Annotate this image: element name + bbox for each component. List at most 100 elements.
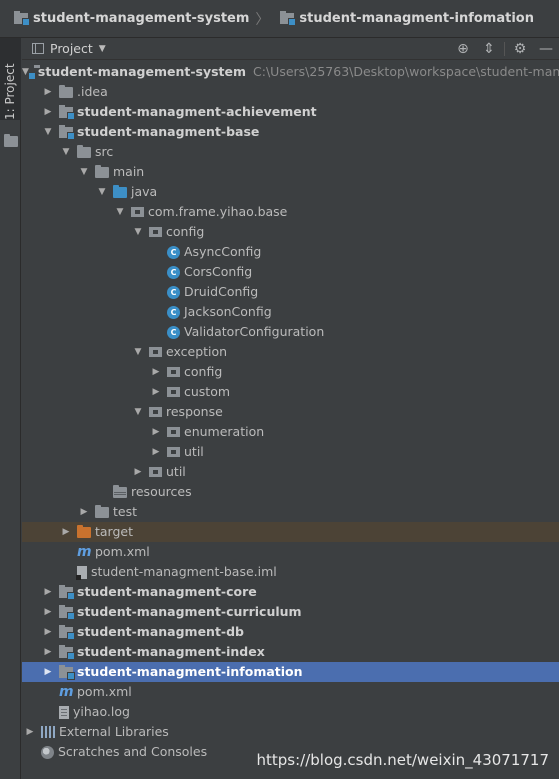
project-tree[interactable]: ▼ student-management-system C:\Users\25763… [22,62,559,762]
package-icon [167,367,180,377]
class-icon: C [167,305,180,319]
tree-node[interactable]: ▼ config [22,222,559,242]
chevron-right-icon[interactable]: ▶ [150,422,162,442]
chevron-right-icon[interactable]: ▶ [24,722,36,742]
package-icon [167,427,180,437]
module-icon [280,11,297,26]
tree-node[interactable]: ▶ custom [22,382,559,402]
chevron-right-icon[interactable]: ▶ [150,362,162,382]
tree-node[interactable]: ▶ student-managment-core [22,582,559,602]
chevron-down-icon[interactable]: ▼ [132,342,144,362]
breadcrumb-label-module: student-managment-infomation [299,11,534,26]
tree-node[interactable]: ▼ main [22,162,559,182]
chevron-down-icon: ▼ [98,43,106,54]
tree-node[interactable]: ▶ .idea [22,82,559,102]
breadcrumb-label-root: student-management-system [33,11,250,26]
chevron-right-icon[interactable]: ▶ [42,662,54,682]
view-selector[interactable]: Project ▼ [32,41,106,56]
gear-icon[interactable]: ⚙ [507,38,533,60]
module-icon [59,624,75,640]
libraries-icon [41,726,55,738]
project-folder-icon[interactable] [4,134,18,147]
tree-node-label: .idea [77,84,108,99]
chevron-down-icon[interactable]: ▼ [42,122,54,142]
chevron-right-icon[interactable]: ▶ [42,82,54,102]
tree-node[interactable]: ▼ student-managment-base [22,122,559,142]
tree-node[interactable]: C ValidatorConfiguration [22,322,559,342]
tree-node[interactable]: C CorsConfig [22,262,559,282]
tree-node-label: exception [166,344,228,359]
chevron-down-icon[interactable]: ▼ [96,182,108,202]
tree-node[interactable]: ▶ student-managment-db [22,622,559,642]
tree-node-label: student-managment-curriculum [77,604,302,619]
tree-node-label: AsyncConfig [184,244,262,259]
chevron-down-icon[interactable]: ▼ [114,202,126,222]
breadcrumb-separator: 〉 [255,11,270,28]
panel-title: Project [50,41,93,56]
collapse-all-icon[interactable]: ⇕ [476,38,502,60]
hide-icon[interactable]: — [533,38,559,60]
locate-icon[interactable]: ⊕ [450,38,476,60]
chevron-right-icon[interactable]: ▶ [42,102,54,122]
tree-node[interactable]: C AsyncConfig [22,242,559,262]
module-icon [59,584,75,600]
tree-node[interactable]: ▶ test [22,502,559,522]
maven-icon: m [77,544,92,560]
breadcrumb-item-module[interactable]: student-managment-infomation [275,11,534,26]
folder-icon [95,504,109,518]
chevron-right-icon[interactable]: ▶ [132,462,144,482]
tree-node[interactable]: ▼ response [22,402,559,422]
chevron-right-icon[interactable]: ▶ [42,582,54,602]
tree-node[interactable]: ▼ student-management-system C:\Users\25763… [22,62,559,82]
tree-node[interactable]: ▼ src [22,142,559,162]
tree-node[interactable]: ▶ External Libraries [22,722,559,742]
tree-node[interactable]: ▶ student-managment-infomation [22,662,559,682]
tree-node[interactable]: ▼ exception [22,342,559,362]
excluded-folder-icon [77,524,91,538]
chevron-right-icon[interactable]: ▶ [60,522,72,542]
chevron-right-icon[interactable]: ▶ [42,642,54,662]
tree-node[interactable]: ▶ util [22,462,559,482]
tree-node[interactable]: ▶ student-managment-index [22,642,559,662]
tree-node[interactable]: ▼ com.frame.yihao.base [22,202,559,222]
tree-node[interactable]: ▶ util [22,442,559,462]
project-tool-tab-label[interactable]: 1: Project [3,63,17,120]
chevron-right-icon[interactable]: ▶ [42,602,54,622]
breadcrumb-item-root[interactable]: student-management-system [9,11,249,26]
package-icon [131,207,144,217]
tool-window-strip: 1: Project [0,38,21,779]
tree-node[interactable]: ▶ student-managment-achievement [22,102,559,122]
chevron-right-icon[interactable]: ▶ [150,442,162,462]
chevron-down-icon[interactable]: ▼ [60,142,72,162]
package-icon [149,407,162,417]
tree-node-label: student-managment-base.iml [91,564,277,579]
module-icon [59,664,75,680]
tree-node[interactable]: m pom.xml [22,542,559,562]
chevron-right-icon[interactable]: ▶ [78,502,90,522]
tree-node-label: config [166,224,205,239]
tree-node[interactable]: m pom.xml [22,682,559,702]
tree-node-label: src [95,144,114,159]
chevron-right-icon[interactable]: ▶ [42,622,54,642]
tree-node[interactable]: ▶ enumeration [22,422,559,442]
chevron-down-icon[interactable]: ▼ [132,222,144,242]
tree-node[interactable]: resources [22,482,559,502]
chevron-down-icon[interactable]: ▼ [132,402,144,422]
tree-node[interactable]: ▼ java [22,182,559,202]
chevron-right-icon[interactable]: ▶ [150,382,162,402]
chevron-down-icon[interactable]: ▼ [78,162,90,182]
tree-node[interactable]: ▶ config [22,362,559,382]
project-panel-header: Project ▼ ⊕ ⇕ ⚙ — [22,38,559,60]
tree-node-label: target [95,524,134,539]
tree-node[interactable]: ▶ target [22,522,559,542]
tree-node-label: resources [131,484,192,499]
tree-node[interactable]: ▶ student-managment-curriculum [22,602,559,622]
tree-node[interactable]: yihao.log [22,702,559,722]
navigation-breadcrumb: student-management-system 〉 student-mana… [0,0,559,38]
tree-node-label: External Libraries [59,724,169,739]
tree-node[interactable]: C DruidConfig [22,282,559,302]
tree-node-label: config [184,364,223,379]
package-icon [167,447,180,457]
tree-node[interactable]: C JacksonConfig [22,302,559,322]
tree-node[interactable]: student-managment-base.iml [22,562,559,582]
